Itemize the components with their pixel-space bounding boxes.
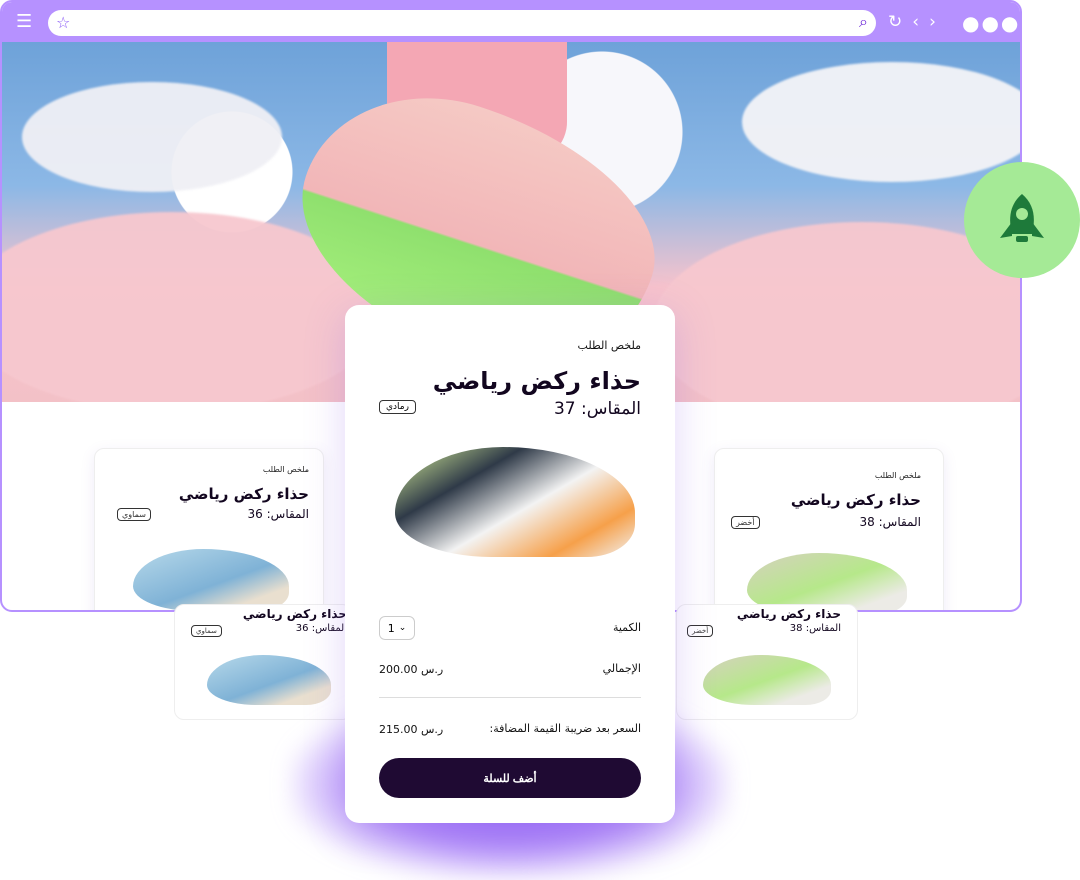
color-badge: سماوي <box>191 625 222 637</box>
star-icon[interactable]: ☆ <box>56 13 70 32</box>
rocket-icon <box>1000 194 1044 242</box>
quantity-label: الكمية <box>612 621 641 634</box>
address-bar[interactable]: ☆ ⌕ <box>48 10 876 36</box>
chevron-down-icon: ⌄ <box>398 623 407 633</box>
reload-icon[interactable]: ↻ <box>888 12 902 32</box>
total-value: 200.00 ر.س <box>379 663 444 676</box>
product-size: المقاس: 38 <box>859 515 921 529</box>
product-title: حذاء ركض رياضي <box>790 491 921 509</box>
product-title: حذاء ركض رياضي <box>432 367 641 395</box>
vat-value: 215.00 ر.س <box>379 723 444 736</box>
product-size: المقاس: 36 <box>295 623 347 634</box>
rocket-badge <box>964 162 1080 278</box>
cloud <box>742 62 1020 182</box>
browser-toolbar: ☰ ☆ ⌕ ↻ ‹ › ●●● <box>2 2 1020 42</box>
shoe-image <box>133 549 289 610</box>
back-icon[interactable]: ‹ <box>912 12 919 32</box>
summary-label: ملخص الطلب <box>262 465 309 474</box>
product-card-left[interactable]: ملخص الطلب حذاء ركض رياضي المقاس: 36 سما… <box>94 448 324 610</box>
product-size: المقاس: 36 <box>247 507 309 521</box>
color-badge: أخضر <box>687 625 714 637</box>
summary-label: ملخص الطلب <box>874 471 921 480</box>
nav-icons: ↻ ‹ › <box>888 12 936 32</box>
product-title: حذاء ركض رياضي <box>242 607 347 621</box>
color-badge: رمادي <box>379 400 416 414</box>
total-label: الإجمالي <box>602 662 641 675</box>
add-to-cart-button[interactable]: أضف للسلة <box>379 758 641 798</box>
forward-icon[interactable]: › <box>929 12 936 32</box>
color-badge: أخضر <box>731 516 760 529</box>
more-icon[interactable]: ●●● <box>962 11 1020 35</box>
product-size: المقاس: 37 <box>553 399 641 419</box>
menu-icon[interactable]: ☰ <box>16 13 36 31</box>
shoe-image <box>395 447 635 557</box>
summary-label: ملخص الطلب <box>577 339 641 352</box>
vat-label: السعر بعد ضريبة القيمة المضافة: <box>489 722 641 735</box>
product-title: حذاء ركض رياضي <box>736 607 841 621</box>
divider <box>379 697 641 698</box>
order-summary-card: ملخص الطلب حذاء ركض رياضي المقاس: 37 رما… <box>345 305 675 823</box>
color-badge: سماوي <box>117 508 151 521</box>
quantity-value: 1 <box>387 621 395 635</box>
search-icon[interactable]: ⌕ <box>859 12 868 32</box>
product-card-right[interactable]: ملخص الطلب حذاء ركض رياضي المقاس: 38 أخض… <box>714 448 944 610</box>
product-size: المقاس: 38 <box>789 623 841 634</box>
cloud <box>652 222 1020 402</box>
quantity-select[interactable]: 1 ⌄ <box>379 616 415 640</box>
cloud <box>22 82 282 192</box>
product-title: حذاء ركض رياضي <box>178 485 309 503</box>
